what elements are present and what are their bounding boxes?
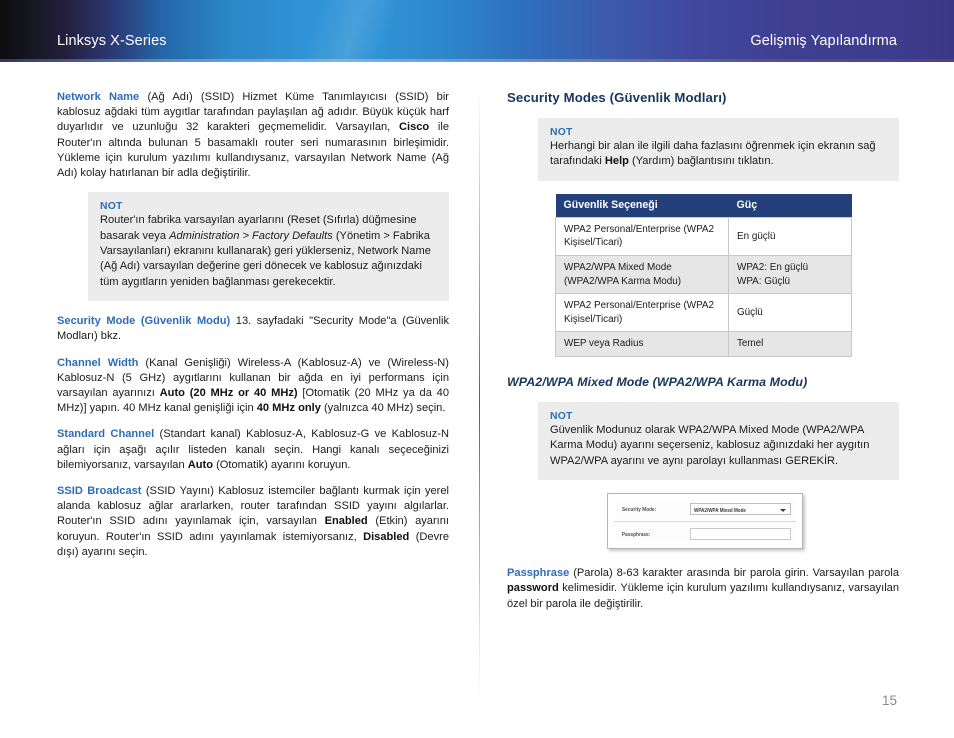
paragraph-channel-width-text-3: (yalnızca 40 MHz) seçin. [320,402,446,415]
table-cell-option: WPA2 Personal/Enterprise (WPA2 Kişisel/T… [555,293,729,333]
paragraph-ssid-broadcast-bold-2: Disabled [363,530,410,543]
screenshot-content: Security Mode: WPA2/WPA Mixed Mode Passp… [614,499,796,544]
subsection-heading-mixed-mode: WPA2/WPA Mixed Mode (WPA2/WPA Karma Modu… [507,374,808,389]
term-channel-width: Channel Width [57,356,139,369]
paragraph-security-mode: Security Mode (Güvenlik Modu) 13. sayfad… [57,314,449,344]
note-text: Router'ın fabrika varsayılan ayarlarını … [100,213,437,290]
paragraph-channel-width: Channel Width (Kanal Genişliği) Wireless… [57,356,449,417]
paragraph-channel-width-bold-2: 40 MHz only [256,402,321,415]
term-ssid-broadcast: SSID Broadcast [57,485,142,498]
paragraph-passphrase: Passphrase (Parola) 8-63 karakter arasın… [507,566,899,612]
paragraph-ssid-broadcast: SSID Broadcast (SSID Yayını) Kablosuz is… [57,484,449,560]
paragraph-ssid-broadcast-bold-1: Enabled [324,515,368,528]
header-product-title: Linksys X-Series [57,33,167,49]
paragraph-passphrase-bold-1: password [507,582,559,595]
screenshot-security-mode-select[interactable]: WPA2/WPA Mixed Mode [690,503,791,516]
page-header: Linksys X-Series Gelişmiş Yapılandırma [0,0,954,62]
paragraph-passphrase-text-1: (Parola) 8-63 karakter arasında bir paro… [569,567,899,580]
note-text: Herhangi bir alan ile ilgili daha fazlas… [550,139,887,170]
header-sheen-decoration [172,0,518,62]
security-options-table-wrapper: Güvenlik Seçeneği Güç WPA2 Personal/Ente… [555,193,852,357]
table-row: WPA2 Personal/Enterprise (WPA2 Kişisel/T… [555,293,852,333]
term-network-name: Network Name [57,91,140,103]
paragraph-standard-channel-bold-1: Auto [187,458,213,471]
screenshot-row-security-mode: Security Mode: WPA2/WPA Mixed Mode [614,500,796,523]
table-row: WPA2/WPA Mixed Mode (WPA2/WPA Karma Modu… [555,254,852,295]
right-column: Security Modes (Güvenlik Modları) NOT He… [507,90,899,612]
table-cell-strength: En güçlü [728,216,852,257]
note-box-factory-defaults: NOT Router'ın fabrika varsayılan ayarlar… [88,192,449,302]
left-column: Network Name (Ağ Adı) (SSID) Hizmet Küme… [57,90,449,560]
header-bottom-rule [0,59,954,62]
paragraph-passphrase-text-2: kelimesidir. Yükleme için kurulum yazılı… [507,582,899,610]
section-heading-security-modes: Security Modes (Güvenlik Modları) [507,90,727,105]
table-cell-strength: Temel [728,331,852,357]
note-text-bold-help: Help [604,155,629,168]
table-cell-strength: Güçlü [728,293,852,333]
figure-security-settings-screenshot: Security Mode: WPA2/WPA Mixed Mode Passp… [607,493,803,550]
table-cell-option: WEP veya Radius [555,331,729,357]
term-passphrase: Passphrase [507,567,570,580]
note-text: Güvenlik Modunuz olarak WPA2/WPA Mixed M… [550,423,870,467]
column-divider [479,88,480,700]
note-text-part-2: (Yardım) bağlantısını tıklatın. [628,155,774,168]
document-page: Linksys X-Series Gelişmiş Yapılandırma N… [0,0,954,738]
note-label: NOT [550,410,573,422]
paragraph-standard-channel-text-2: (Otomatik) ayarını koruyun. [212,458,351,471]
table-cell-option: WPA2/WPA Mixed Mode (WPA2/WPA Karma Modu… [555,254,729,295]
header-chapter-title: Gelişmiş Yapılandırma [750,33,897,49]
security-options-table: Güvenlik Seçeneği Güç WPA2 Personal/Ente… [555,193,852,357]
screenshot-security-mode-label: Security Mode: [622,506,657,513]
paragraph-network-name-bold-1: Cisco [398,121,430,134]
term-security-mode: Security Mode (Güvenlik Modu) [57,315,231,328]
chevron-down-icon [780,509,786,513]
paragraph-channel-width-bold-1: Auto (20 MHz or 40 MHz) [159,387,298,400]
screenshot-passphrase-input[interactable] [690,528,791,541]
table-cell-option: WPA2 Personal/Enterprise (WPA2 Kişisel/T… [555,216,729,257]
paragraph-network-name: Network Name (Ağ Adı) (SSID) Hizmet Küme… [57,90,449,181]
note-box-help-link: NOT Herhangi bir alan ile ilgili daha fa… [538,118,899,181]
screenshot-row-passphrase: Passphrase: [614,525,796,547]
table-row: WPA2 Personal/Enterprise (WPA2 Kişisel/T… [555,216,852,257]
note-text-italic-1: Administration > Factory Defaults [169,229,333,242]
screenshot-passphrase-label: Passphrase: [622,531,651,538]
table-header-option: Güvenlik Seçeneği [555,193,729,218]
note-label: NOT [100,201,123,213]
table-cell-strength: WPA2: En güçlü WPA: Güçlü [728,254,852,295]
note-label: NOT [550,127,573,138]
paragraph-standard-channel: Standard Channel (Standart kanal) Kablos… [57,427,449,473]
page-number: 15 [881,693,897,708]
table-header-strength: Güç [728,193,852,218]
term-standard-channel: Standard Channel [57,428,155,441]
table-row: WEP veya Radius Temel [555,331,852,357]
note-box-mixed-mode: NOT Güvenlik Modunuz olarak WPA2/WPA Mix… [538,401,899,481]
screenshot-security-mode-value: WPA2/WPA Mixed Mode [694,506,746,513]
table-header-row: Güvenlik Seçeneği Güç [555,193,852,218]
